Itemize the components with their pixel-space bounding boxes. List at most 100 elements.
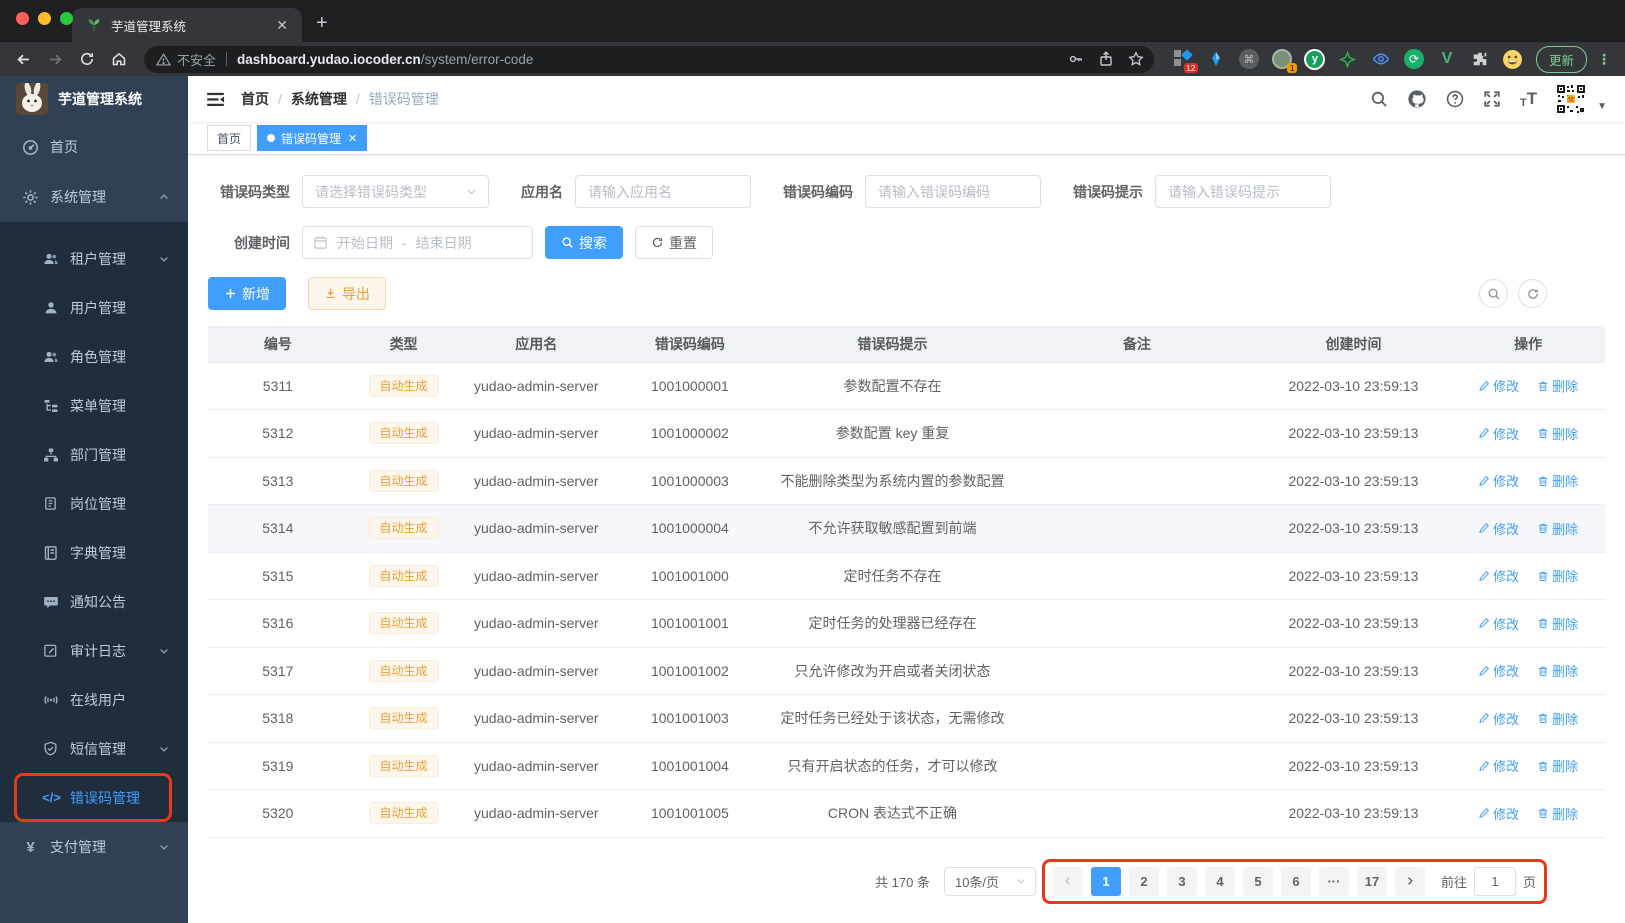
tag-home[interactable]: 首页 <box>207 125 252 151</box>
sidebar-item-home[interactable]: 首页 <box>0 122 188 172</box>
tag-close-icon[interactable]: ✕ <box>348 132 357 145</box>
share-icon[interactable] <box>1098 51 1114 67</box>
tab-close-icon[interactable]: ✕ <box>272 17 292 34</box>
tag-error-code[interactable]: 错误码管理 ✕ <box>257 125 368 151</box>
next-page-button[interactable] <box>1394 866 1425 896</box>
edit-link[interactable]: 修改 <box>1478 566 1519 585</box>
edit-link[interactable]: 修改 <box>1478 471 1519 490</box>
github-icon[interactable] <box>1407 89 1427 109</box>
delete-link[interactable]: 删除 <box>1537 471 1578 490</box>
page-button-3[interactable]: 3 <box>1166 866 1197 896</box>
sidebar-item-menu[interactable]: 菜单管理 <box>0 381 188 430</box>
sidebar-item-dept[interactable]: 部门管理 <box>0 430 188 479</box>
error-message-input[interactable] <box>1155 175 1331 208</box>
caret-down-icon[interactable]: ▼ <box>1597 101 1607 112</box>
page-size-select[interactable]: 10条/页 <box>943 866 1036 896</box>
delete-link[interactable]: 删除 <box>1537 424 1578 443</box>
breadcrumb-home[interactable]: 首页 <box>241 89 269 109</box>
page-button-4[interactable]: 4 <box>1204 866 1235 896</box>
edit-link[interactable]: 修改 <box>1478 756 1519 775</box>
reset-button[interactable]: 重置 <box>635 226 713 259</box>
date-range-picker[interactable]: 开始日期 - 结束日期 <box>302 226 533 259</box>
sidebar-item-pay[interactable]: ¥ 支付管理 <box>0 822 188 872</box>
profile-emoji-icon[interactable] <box>1502 48 1524 70</box>
delete-link[interactable]: 删除 <box>1537 376 1578 395</box>
back-icon[interactable] <box>10 46 36 72</box>
add-button[interactable]: 新增 <box>208 277 286 310</box>
refresh-table-button[interactable] <box>1518 279 1547 308</box>
extension-grid-icon[interactable]: 12 <box>1172 48 1198 73</box>
prev-page-button[interactable] <box>1052 866 1083 896</box>
sidebar-item-post[interactable]: 岗位管理 <box>0 479 188 528</box>
reload-icon[interactable] <box>74 46 100 72</box>
error-type-select[interactable]: 请选择错误码类型 <box>302 175 489 208</box>
extension-star-icon[interactable] <box>1337 48 1359 70</box>
extension-kite-icon[interactable] <box>1205 48 1227 70</box>
sidebar-item-system[interactable]: 系统管理 <box>0 172 188 222</box>
export-button[interactable]: 导出 <box>308 277 386 310</box>
edit-link[interactable]: 修改 <box>1478 804 1519 823</box>
page-button-17[interactable]: 17 <box>1356 866 1387 896</box>
fullscreen-icon[interactable] <box>1483 90 1501 108</box>
sidebar-item-dict[interactable]: 字典管理 <box>0 528 188 577</box>
extension-refresh-icon[interactable]: ⟳ <box>1403 48 1425 70</box>
delete-link[interactable]: 删除 <box>1537 756 1578 775</box>
delete-link[interactable]: 删除 <box>1537 661 1578 680</box>
help-icon[interactable] <box>1446 90 1464 108</box>
home-icon[interactable] <box>106 46 132 72</box>
extension-eye-icon[interactable] <box>1370 48 1392 70</box>
minimize-window-button[interactable] <box>38 12 51 25</box>
font-size-icon[interactable]: TT <box>1520 89 1537 109</box>
sidebar-item-notice[interactable]: 通知公告 <box>0 577 188 626</box>
edit-link[interactable]: 修改 <box>1478 376 1519 395</box>
zoom-window-button[interactable] <box>60 12 73 25</box>
extension-circle-icon[interactable]: 1 <box>1271 48 1297 73</box>
avatar-qr[interactable] <box>1556 84 1587 114</box>
delete-link[interactable]: 删除 <box>1537 519 1578 538</box>
sidebar-item-sms[interactable]: 短信管理 <box>0 724 188 773</box>
address-bar[interactable]: 不安全 dashboard.yudao.iocoder.cn /system/e… <box>144 45 1154 73</box>
key-icon[interactable] <box>1068 51 1084 67</box>
browser-tab[interactable]: 芋道管理系统 ✕ <box>72 8 302 42</box>
new-tab-button[interactable]: + <box>316 12 328 35</box>
edit-link[interactable]: 修改 <box>1478 709 1519 728</box>
edit-link[interactable]: 修改 <box>1478 424 1519 443</box>
more-pages-button[interactable]: ··· <box>1318 866 1349 896</box>
edit-link[interactable]: 修改 <box>1478 519 1519 538</box>
sidebar-item-tenant[interactable]: 租户管理 <box>0 234 188 283</box>
goto-page-input[interactable] <box>1473 866 1516 896</box>
sidebar-item-user[interactable]: 用户管理 <box>0 283 188 332</box>
puzzle-extensions-icon[interactable] <box>1469 48 1491 70</box>
extension-y-icon[interactable]: y <box>1304 48 1326 70</box>
search-icon[interactable] <box>1370 90 1388 108</box>
calendar-icon <box>313 235 328 250</box>
page-button-1[interactable]: 1 <box>1090 866 1121 896</box>
delete-link[interactable]: 删除 <box>1537 709 1578 728</box>
toggle-search-button[interactable] <box>1479 279 1508 308</box>
close-window-button[interactable] <box>16 12 29 25</box>
delete-link[interactable]: 删除 <box>1537 566 1578 585</box>
browser-menu-dots-icon[interactable]: ⋮ <box>1593 51 1615 68</box>
search-button[interactable]: 搜索 <box>545 226 623 259</box>
sidebar-item-online[interactable]: 在线用户 <box>0 675 188 724</box>
sidebar-item-error-code[interactable]: </> 错误码管理 <box>0 773 188 822</box>
extension-vue-icon[interactable]: V <box>1436 48 1458 70</box>
security-label: 不安全 <box>177 52 217 68</box>
forward-icon[interactable] <box>42 46 68 72</box>
update-button[interactable]: 更新 <box>1535 45 1587 73</box>
delete-link[interactable]: 删除 <box>1537 614 1578 633</box>
star-icon[interactable] <box>1128 51 1144 67</box>
page-button-6[interactable]: 6 <box>1280 866 1311 896</box>
page-button-2[interactable]: 2 <box>1128 866 1159 896</box>
breadcrumb-system[interactable]: 系统管理 <box>291 89 347 109</box>
sidebar-item-audit[interactable]: 审计日志 <box>0 626 188 675</box>
edit-link[interactable]: 修改 <box>1478 614 1519 633</box>
page-button-5[interactable]: 5 <box>1242 866 1273 896</box>
app-name-input[interactable] <box>575 175 751 208</box>
extension-command-icon[interactable]: ⌘ <box>1238 48 1260 70</box>
error-code-input[interactable] <box>865 175 1041 208</box>
sidebar-item-role[interactable]: 角色管理 <box>0 332 188 381</box>
edit-link[interactable]: 修改 <box>1478 661 1519 680</box>
hamburger-icon[interactable] <box>206 90 225 109</box>
delete-link[interactable]: 删除 <box>1537 804 1578 823</box>
